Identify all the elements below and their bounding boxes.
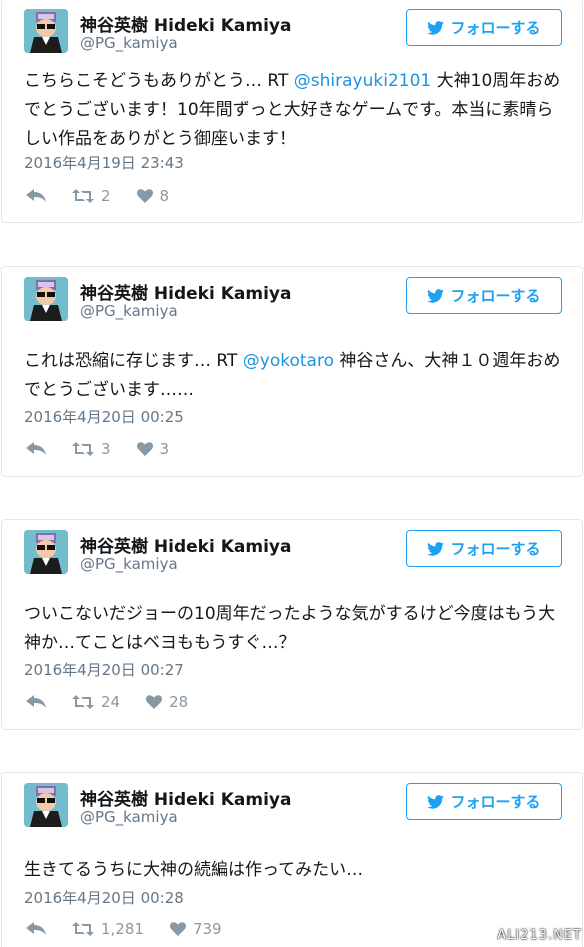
- follow-button[interactable]: フォローする: [406, 530, 562, 567]
- tweet-text-part: 生きてるうちに大神の続編は作ってみたい…: [24, 860, 364, 880]
- like-count: 3: [159, 440, 170, 458]
- timestamp[interactable]: 2016年4月20日 00:28: [24, 887, 184, 908]
- retweet-button[interactable]: 24: [72, 693, 120, 711]
- user-handle[interactable]: @PG_kamiya: [80, 302, 178, 320]
- reply-icon: [26, 189, 46, 202]
- avatar[interactable]: [24, 9, 68, 53]
- follow-label: フォローする: [450, 793, 541, 811]
- tweet-header: 神谷英樹 Hideki Kamiya @PG_kamiya フォローする: [24, 277, 562, 323]
- like-count: 8: [159, 187, 170, 205]
- like-button[interactable]: 3: [136, 440, 170, 458]
- tweet-text-part: ついこないだジョーの10周年だったような気がするけど今度はもう大神か…てことはベ…: [24, 604, 556, 653]
- mention-link[interactable]: @shirayuki2101: [294, 71, 431, 91]
- avatar-image: [24, 277, 68, 321]
- retweet-button[interactable]: 2: [72, 187, 111, 205]
- timestamp[interactable]: 2016年4月20日 00:25: [24, 406, 184, 427]
- mention-link[interactable]: @yokotaro: [243, 351, 334, 371]
- avatar[interactable]: [24, 277, 68, 321]
- tweet-actions: 2 8: [26, 186, 195, 206]
- avatar-image: [24, 9, 68, 53]
- follow-button[interactable]: フォローする: [406, 9, 562, 46]
- reply-button[interactable]: [26, 442, 46, 456]
- tweet-text: 生きてるうちに大神の続編は作ってみたい…: [24, 856, 564, 885]
- avatar-image: [24, 530, 68, 574]
- avatar[interactable]: [24, 530, 68, 574]
- retweet-count: 24: [101, 693, 121, 711]
- site-watermark: ALI213.NET: [497, 928, 582, 943]
- tweet-text: これは恐縮に存じます… RT @yokotaro 神谷さん、大神１０週年おめでと…: [24, 347, 564, 405]
- user-handle[interactable]: @PG_kamiya: [80, 808, 178, 826]
- retweet-icon: [72, 189, 94, 203]
- follow-button[interactable]: フォローする: [406, 277, 562, 314]
- timestamp[interactable]: 2016年4月19日 23:43: [24, 152, 184, 173]
- follow-label: フォローする: [450, 19, 541, 37]
- display-name[interactable]: 神谷英樹 Hideki Kamiya: [80, 785, 291, 810]
- heart-icon: [136, 442, 153, 456]
- like-count: 28: [169, 693, 189, 711]
- retweet-count: 3: [101, 440, 111, 458]
- heart-icon: [169, 922, 186, 936]
- twitter-bird-icon: [427, 20, 445, 35]
- tweet-text-part: これは恐縮に存じます… RT: [24, 351, 243, 371]
- twitter-bird-icon: [427, 288, 445, 303]
- retweet-icon: [72, 695, 94, 709]
- tweet-card: 神谷英樹 Hideki Kamiya @PG_kamiya フォローする こちら…: [1, 0, 583, 223]
- tweet-actions: 3 3: [26, 439, 195, 459]
- tweet-card: 神谷英樹 Hideki Kamiya @PG_kamiya フォローする これは…: [1, 266, 583, 477]
- tweet-actions: 1,281 739: [26, 919, 248, 939]
- tweet-text-part: こちらこそどうもありがとう… RT: [24, 71, 294, 91]
- user-handle[interactable]: @PG_kamiya: [80, 34, 178, 52]
- retweet-icon: [72, 442, 94, 456]
- timestamp[interactable]: 2016年4月20日 00:27: [24, 659, 184, 680]
- follow-button[interactable]: フォローする: [406, 783, 562, 820]
- avatar-image: [24, 783, 68, 827]
- tweet-actions: 24 28: [26, 692, 214, 712]
- retweet-button[interactable]: 3: [72, 440, 111, 458]
- retweet-count: 1,281: [101, 920, 144, 938]
- like-button[interactable]: 28: [146, 693, 188, 711]
- heart-icon: [136, 189, 153, 203]
- follow-label: フォローする: [450, 287, 541, 305]
- tweet-card: 神谷英樹 Hideki Kamiya @PG_kamiya フォローする 生きて…: [1, 772, 583, 947]
- retweet-count: 2: [101, 187, 111, 205]
- heart-icon: [146, 695, 163, 709]
- user-handle[interactable]: @PG_kamiya: [80, 555, 178, 573]
- retweet-icon: [72, 922, 94, 936]
- reply-button[interactable]: [26, 189, 46, 203]
- display-name[interactable]: 神谷英樹 Hideki Kamiya: [80, 532, 291, 557]
- tweet-header: 神谷英樹 Hideki Kamiya @PG_kamiya フォローする: [24, 530, 562, 576]
- tweet-header: 神谷英樹 Hideki Kamiya @PG_kamiya フォローする: [24, 9, 562, 55]
- like-button[interactable]: 739: [169, 920, 222, 938]
- twitter-bird-icon: [427, 794, 445, 809]
- display-name[interactable]: 神谷英樹 Hideki Kamiya: [80, 11, 291, 36]
- tweet-text: こちらこそどうもありがとう… RT @shirayuki2101 大神10周年お…: [24, 67, 564, 154]
- display-name[interactable]: 神谷英樹 Hideki Kamiya: [80, 279, 291, 304]
- avatar[interactable]: [24, 783, 68, 827]
- reply-icon: [26, 922, 46, 935]
- reply-button[interactable]: [26, 695, 46, 709]
- like-count: 739: [192, 920, 222, 938]
- retweet-button[interactable]: 1,281: [72, 920, 144, 938]
- follow-label: フォローする: [450, 540, 541, 558]
- tweet-header: 神谷英樹 Hideki Kamiya @PG_kamiya フォローする: [24, 783, 562, 829]
- tweet-text: ついこないだジョーの10周年だったような気がするけど今度はもう大神か…てことはベ…: [24, 600, 564, 658]
- twitter-bird-icon: [427, 541, 445, 556]
- reply-icon: [26, 442, 46, 455]
- like-button[interactable]: 8: [136, 187, 170, 205]
- tweet-card: 神谷英樹 Hideki Kamiya @PG_kamiya フォローする ついこ…: [1, 519, 583, 730]
- reply-button[interactable]: [26, 922, 46, 936]
- reply-icon: [26, 695, 46, 708]
